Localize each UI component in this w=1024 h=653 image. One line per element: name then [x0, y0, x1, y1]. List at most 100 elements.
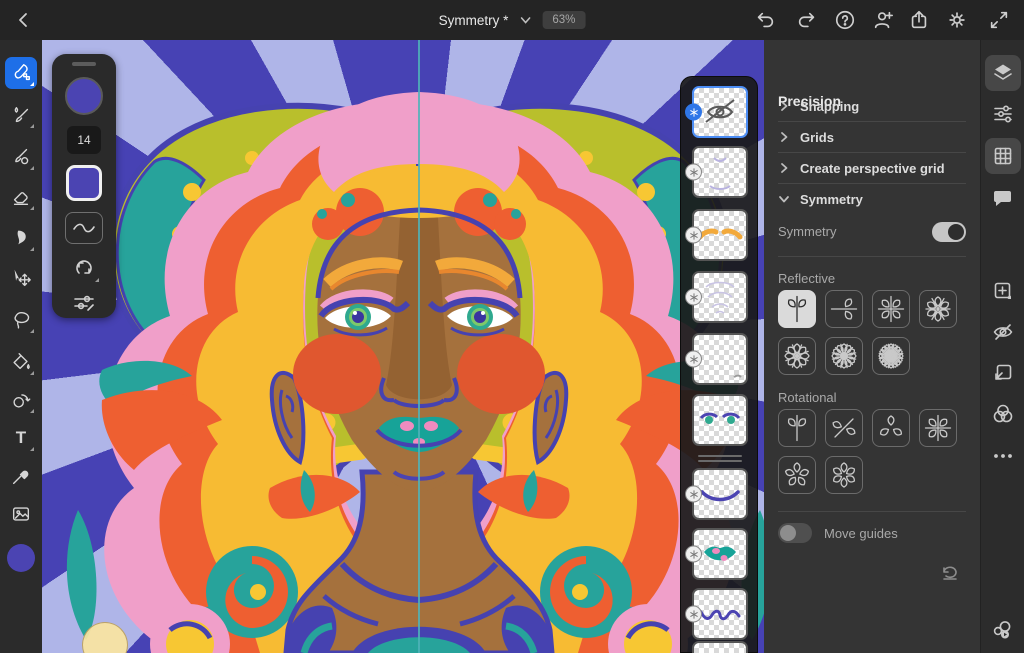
section-grids[interactable]: Grids [778, 122, 966, 152]
symmetry-guide-line[interactable] [418, 40, 420, 653]
layer-badge[interactable] [685, 545, 702, 563]
active-color-swatch[interactable] [5, 542, 37, 574]
layer-badge[interactable] [685, 163, 702, 181]
layer-badge[interactable] [685, 226, 702, 244]
reflective-option-eight-axis[interactable] [778, 337, 816, 375]
section-create-perspective-grid[interactable]: Create perspective grid [778, 153, 966, 183]
smudge-tool[interactable] [5, 222, 37, 254]
brush-settings-icon[interactable] [72, 292, 96, 314]
layer-thumbnail-6[interactable] [692, 394, 748, 446]
layer-badge[interactable] [685, 605, 702, 623]
undo-button[interactable] [751, 6, 779, 34]
text-tool[interactable]: T [5, 422, 37, 454]
color-swatch[interactable] [66, 165, 102, 201]
top-bar: Symmetry * 63% [0, 0, 1024, 40]
reflective-option-four-axis[interactable] [872, 290, 910, 328]
chevron-down-icon [779, 196, 789, 203]
eyedropper-tool[interactable] [5, 460, 37, 492]
chevron-right-icon [781, 132, 788, 142]
right-rail [980, 40, 1024, 653]
tool-rail: T [0, 40, 42, 653]
layer-badge[interactable] [685, 485, 702, 503]
help-button[interactable] [831, 6, 859, 34]
layers-icon[interactable] [985, 55, 1021, 91]
share-button[interactable] [905, 6, 933, 34]
settings-gear-icon[interactable] [943, 6, 971, 34]
drawing-canvas[interactable]: 14 [42, 40, 764, 653]
section-snapping[interactable]: Snapping [778, 91, 966, 121]
vector-brush-tool[interactable] [5, 141, 37, 173]
more-options-icon[interactable] [985, 438, 1021, 474]
layer-actions-icon[interactable] [985, 355, 1021, 391]
rotational-options-row1 [778, 409, 957, 447]
layer-thumbnail-9[interactable] [685, 588, 748, 640]
reset-guides-icon[interactable] [940, 564, 960, 582]
layer-strip [680, 76, 758, 653]
precision-panel: Precision Snapping Grids Create perspect… [764, 40, 980, 653]
shapes-tool[interactable] [5, 384, 37, 416]
layer-thumbnail-4[interactable] [685, 271, 748, 323]
live-brush-tool[interactable] [5, 99, 37, 131]
chevron-right-icon [781, 101, 788, 111]
color-wheel-icon[interactable] [985, 396, 1021, 432]
eraser-tool[interactable] [5, 181, 37, 213]
timelapse-icon[interactable] [985, 612, 1021, 648]
reflective-option-horizontal[interactable] [825, 290, 863, 328]
fullscreen-button[interactable] [985, 6, 1013, 34]
symmetry-toggle-label: Symmetry [778, 224, 837, 239]
layer-thumbnail-3[interactable] [685, 209, 748, 261]
layer-badge[interactable] [685, 350, 702, 368]
comment-icon[interactable] [985, 180, 1021, 216]
lasso-tool[interactable] [5, 304, 37, 336]
move-guides-label: Move guides [824, 526, 898, 541]
title-chevron-down-icon[interactable] [518, 13, 532, 27]
reflective-option-vertical[interactable] [778, 290, 816, 328]
brush-options-bar: 14 [52, 54, 116, 318]
layer-thumbnail-5[interactable] [685, 333, 748, 385]
brush-color-preview[interactable] [65, 77, 103, 115]
layer-badge[interactable] [685, 288, 702, 306]
live-brush-loop-icon[interactable] [71, 255, 99, 282]
zoom-level-badge[interactable]: 63% [542, 11, 586, 29]
layer-thumbnail-7[interactable] [685, 468, 748, 520]
rotational-label: Rotational [778, 390, 837, 405]
drag-handle[interactable] [72, 62, 96, 66]
rotational-options-row2 [778, 456, 863, 494]
brush-size-value[interactable]: 14 [67, 126, 101, 154]
document-title[interactable]: Symmetry * [439, 13, 509, 28]
add-layer-icon[interactable] [985, 273, 1021, 309]
adjustments-icon[interactable] [985, 96, 1021, 132]
rotational-option-six-fold[interactable] [825, 456, 863, 494]
layer-group-divider[interactable] [698, 455, 742, 465]
section-symmetry[interactable]: Symmetry [778, 184, 966, 214]
fill-tool[interactable] [5, 346, 37, 378]
move-guides-toggle[interactable] [778, 523, 812, 543]
layer-thumbnail-8[interactable] [685, 528, 748, 580]
symmetry-toggle[interactable] [932, 222, 966, 242]
reflective-options-row1 [778, 290, 957, 328]
reflective-option-twelve-axis[interactable] [825, 337, 863, 375]
rotational-option-two-fold[interactable] [778, 409, 816, 447]
rotational-option-four-fold[interactable] [919, 409, 957, 447]
layer-thumbnail-1[interactable] [685, 86, 748, 138]
back-button[interactable] [10, 6, 38, 34]
reflective-option-sixteen-axis[interactable] [872, 337, 910, 375]
chevron-right-icon [781, 163, 788, 173]
move-tool[interactable] [5, 262, 37, 294]
invite-user-button[interactable] [869, 6, 897, 34]
rotational-option-two-fold-diagonal[interactable] [825, 409, 863, 447]
reflective-label: Reflective [778, 271, 836, 286]
artwork [42, 92, 764, 653]
place-image-tool[interactable] [5, 498, 37, 530]
reflective-option-six-axis[interactable] [919, 290, 957, 328]
precision-grid-icon[interactable] [985, 138, 1021, 174]
smoothing-button[interactable] [65, 212, 103, 244]
rotational-option-five-fold[interactable] [778, 456, 816, 494]
layer-thumbnail-2[interactable] [685, 146, 748, 198]
pixel-brush-tool[interactable] [5, 57, 37, 89]
layer-badge[interactable] [685, 103, 702, 121]
layer-thumbnail-10[interactable] [692, 641, 748, 653]
rotational-option-three-fold[interactable] [872, 409, 910, 447]
redo-button[interactable] [793, 6, 821, 34]
hide-layer-icon[interactable] [985, 314, 1021, 350]
